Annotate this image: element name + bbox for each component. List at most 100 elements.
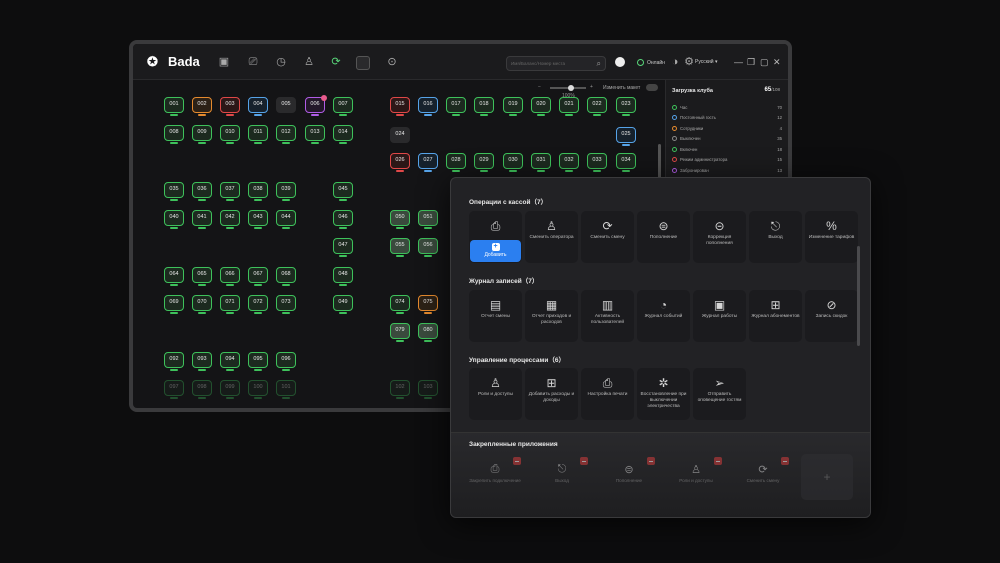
station-014[interactable]: 014 <box>333 125 353 144</box>
station-030[interactable]: 030 <box>503 153 523 172</box>
station-005[interactable]: 005 <box>276 97 296 113</box>
station-068[interactable]: 068 <box>276 267 296 286</box>
journal-tile[interactable]: ▤ Отчет смены <box>469 290 522 342</box>
station-032[interactable]: 032 <box>559 153 579 172</box>
cash-tile[interactable]: ⟳ Сменить смену <box>581 211 634 263</box>
station-044[interactable]: 044 <box>276 210 296 229</box>
station-069[interactable]: 069 <box>164 295 184 314</box>
edit-layout-toggle[interactable] <box>646 84 658 91</box>
station-006[interactable]: 006 <box>305 95 327 116</box>
station-028[interactable]: 028 <box>446 153 466 172</box>
station-043[interactable]: 043 <box>248 210 268 229</box>
add-tile[interactable]: ⎙ + Добавить <box>469 211 522 263</box>
more-icon[interactable]: ⊙ <box>385 55 399 69</box>
station-019[interactable]: 019 <box>503 97 523 116</box>
zoom-knob[interactable] <box>568 85 574 91</box>
station-071[interactable]: 071 <box>220 295 240 314</box>
station-093[interactable]: 093 <box>192 352 212 371</box>
avatar[interactable] <box>615 57 625 67</box>
zoom-in-button[interactable]: + <box>590 84 593 90</box>
station-007[interactable]: 007 <box>333 97 353 116</box>
station-020[interactable]: 020 <box>531 97 551 116</box>
station-011[interactable]: 011 <box>248 125 268 144</box>
station-024[interactable]: 024 <box>390 127 410 143</box>
add-pinned-button[interactable]: + <box>801 454 853 500</box>
station-016[interactable]: 016 <box>418 97 438 116</box>
user-icon[interactable]: ♙ <box>302 55 316 69</box>
pinned-app[interactable]: ♙ Роли и доступы <box>668 457 724 503</box>
station-018[interactable]: 018 <box>474 97 494 116</box>
station-039[interactable]: 039 <box>276 182 296 201</box>
journal-tile[interactable]: ▦ Отчет приходов и расходов <box>525 290 578 342</box>
station-080[interactable]: 080 <box>418 323 438 342</box>
station-049[interactable]: 049 <box>333 295 353 314</box>
station-045[interactable]: 045 <box>333 182 353 201</box>
station-022[interactable]: 022 <box>587 97 607 116</box>
station-073[interactable]: 073 <box>276 295 296 314</box>
station-098[interactable]: 098 <box>192 380 212 399</box>
station-072[interactable]: 072 <box>248 295 268 314</box>
journal-tile[interactable]: ▣ Журнал работы <box>693 290 746 342</box>
station-042[interactable]: 042 <box>220 210 240 229</box>
station-021[interactable]: 021 <box>559 97 579 116</box>
process-tile[interactable]: ♙ Роли и доступы <box>469 368 522 420</box>
station-096[interactable]: 096 <box>276 352 296 371</box>
station-050[interactable]: 050 <box>390 210 410 229</box>
journal-tile[interactable]: ⊞ Журнал абонементов <box>749 290 802 342</box>
station-056[interactable]: 056 <box>418 238 438 257</box>
square-button[interactable] <box>356 56 370 70</box>
station-066[interactable]: 066 <box>220 267 240 286</box>
station-004[interactable]: 004 <box>248 97 268 116</box>
station-015[interactable]: 015 <box>390 97 410 116</box>
sync-icon[interactable]: ⟳ <box>329 55 343 69</box>
station-100[interactable]: 100 <box>248 380 268 399</box>
station-036[interactable]: 036 <box>192 182 212 201</box>
settings-icon[interactable]: ⚙ <box>682 55 696 69</box>
station-013[interactable]: 013 <box>305 125 325 144</box>
station-033[interactable]: 033 <box>587 153 607 172</box>
station-009[interactable]: 009 <box>192 125 212 144</box>
station-010[interactable]: 010 <box>220 125 240 144</box>
station-099[interactable]: 099 <box>220 380 240 399</box>
cash-tile[interactable]: % Изменение тарифов <box>805 211 858 263</box>
pinned-app[interactable]: ⊜ Пополнение <box>601 457 657 503</box>
station-103[interactable]: 103 <box>418 380 438 399</box>
station-029[interactable]: 029 <box>474 153 494 172</box>
station-037[interactable]: 037 <box>220 182 240 201</box>
station-002[interactable]: 002 <box>192 97 212 116</box>
pinned-app[interactable]: ⎙ Закрепить подключение <box>467 457 523 503</box>
popup-scrollbar[interactable] <box>857 246 860 346</box>
close-icon[interactable]: ✕ <box>773 57 781 67</box>
zoom-control[interactable]: − + 100% <box>538 84 593 99</box>
remove-icon[interactable] <box>513 457 521 465</box>
station-097[interactable]: 097 <box>164 380 184 399</box>
station-008[interactable]: 008 <box>164 125 184 144</box>
station-074[interactable]: 074 <box>390 295 410 314</box>
station-038[interactable]: 038 <box>248 182 268 201</box>
station-025[interactable]: 025 <box>616 127 636 146</box>
remove-icon[interactable] <box>580 457 588 465</box>
station-034[interactable]: 034 <box>616 153 636 172</box>
station-047[interactable]: 047 <box>333 238 353 257</box>
station-079[interactable]: 079 <box>390 323 410 342</box>
process-tile[interactable]: ⎙ Настройка печати <box>581 368 634 420</box>
lock-icon[interactable]: ◑ <box>668 55 682 69</box>
station-027[interactable]: 027 <box>418 153 438 172</box>
station-102[interactable]: 102 <box>390 380 410 399</box>
station-026[interactable]: 026 <box>390 153 410 172</box>
station-048[interactable]: 048 <box>333 267 353 286</box>
station-023[interactable]: 023 <box>616 97 636 116</box>
journal-tile[interactable]: ◔ Журнал событий <box>637 290 690 342</box>
process-tile[interactable]: ✲ Восстановление при выключении электриче… <box>637 368 690 420</box>
remove-icon[interactable] <box>781 457 789 465</box>
station-003[interactable]: 003 <box>220 97 240 116</box>
journal-tile[interactable]: ⊘ Запись скидок <box>805 290 858 342</box>
station-031[interactable]: 031 <box>531 153 551 172</box>
cash-tile[interactable]: ⊝ Коррекция пополнения <box>693 211 746 263</box>
station-064[interactable]: 064 <box>164 267 184 286</box>
restore-icon[interactable]: ❐ <box>747 57 755 67</box>
pinned-app[interactable]: ⎋ Выход <box>534 457 590 503</box>
station-065[interactable]: 065 <box>192 267 212 286</box>
cash-tile[interactable]: ♙ Сменить оператора <box>525 211 578 263</box>
station-051[interactable]: 051 <box>418 210 438 229</box>
